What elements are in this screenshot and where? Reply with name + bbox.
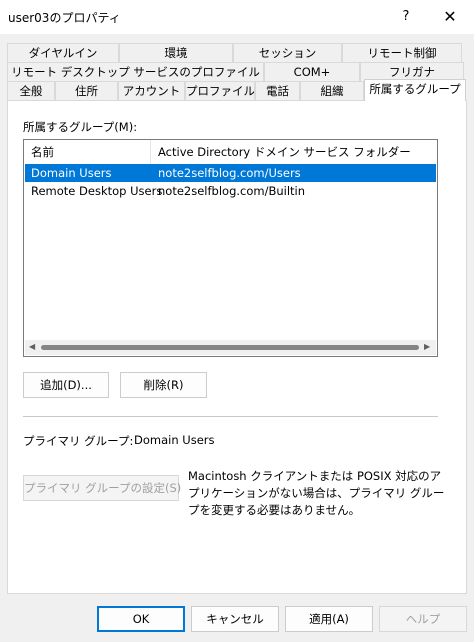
help-icon[interactable]: ? xyxy=(392,4,420,30)
tab-environment[interactable]: 環境 xyxy=(119,43,233,62)
primary-group-note: Macintosh クライアントまたは POSIX 対応のアプリケーションがない… xyxy=(188,469,445,517)
tab-profile[interactable]: プロファイル xyxy=(185,81,255,100)
primary-group-value: Domain Users xyxy=(134,433,215,447)
row-name: Domain Users xyxy=(31,166,112,180)
list-header: 名前 Active Directory ドメイン サービス フォルダー xyxy=(24,140,437,164)
row-folder: note2selfblog.com/Users xyxy=(158,166,301,180)
column-header-name[interactable]: 名前 xyxy=(24,140,150,164)
tab-dial-in[interactable]: ダイヤルイン xyxy=(7,43,119,62)
ok-button[interactable]: OK xyxy=(97,606,185,632)
remove-button[interactable]: 削除(R) xyxy=(120,372,207,398)
tab-general[interactable]: 全般 xyxy=(7,81,55,100)
tab-com-plus[interactable]: COM+ xyxy=(264,62,360,81)
row-name: Remote Desktop Users xyxy=(31,184,163,198)
tab-account[interactable]: アカウント xyxy=(118,81,185,100)
column-header-folder[interactable]: Active Directory ドメイン サービス フォルダー xyxy=(150,140,435,164)
list-row-remote-desktop-users[interactable]: Remote Desktop Users note2selfblog.com/B… xyxy=(25,182,436,200)
add-button[interactable]: 追加(D)... xyxy=(23,372,109,398)
title-bar: user03のプロパティ ? ✕ xyxy=(0,0,474,34)
member-of-label: 所属するグループ(M): xyxy=(23,120,138,134)
help-button[interactable]: ヘルプ xyxy=(379,606,467,632)
scroll-left-icon[interactable]: ◀ xyxy=(29,342,35,351)
list-row-domain-users[interactable]: Domain Users note2selfblog.com/Users xyxy=(25,164,436,182)
tab-member-of[interactable]: 所属するグループ xyxy=(364,79,466,101)
tab-telephones[interactable]: 電話 xyxy=(255,81,300,100)
apply-button[interactable]: 適用(A) xyxy=(285,606,373,632)
close-icon[interactable]: ✕ xyxy=(434,4,466,30)
separator xyxy=(23,416,438,417)
scroll-right-icon[interactable]: ▶ xyxy=(424,342,430,351)
tab-address[interactable]: 住所 xyxy=(55,81,118,100)
group-list[interactable]: 名前 Active Directory ドメイン サービス フォルダー Doma… xyxy=(23,139,438,357)
primary-group-label: プライマリ グループ: xyxy=(23,434,134,448)
tab-organization[interactable]: 組織 xyxy=(300,81,364,100)
scrollbar-thumb[interactable] xyxy=(41,345,419,350)
tab-remote-control[interactable]: リモート制御 xyxy=(342,43,462,62)
window-title: user03のプロパティ xyxy=(8,11,121,25)
cancel-button[interactable]: キャンセル xyxy=(191,606,279,632)
horizontal-scrollbar[interactable]: ◀ ▶ xyxy=(25,340,436,355)
set-primary-group-button[interactable]: プライマリ グループの設定(S) xyxy=(23,475,181,501)
tab-sessions[interactable]: セッション xyxy=(233,43,342,62)
tab-rds-profile[interactable]: リモート デスクトップ サービスのプロファイル xyxy=(7,62,264,81)
row-folder: note2selfblog.com/Builtin xyxy=(158,184,306,198)
